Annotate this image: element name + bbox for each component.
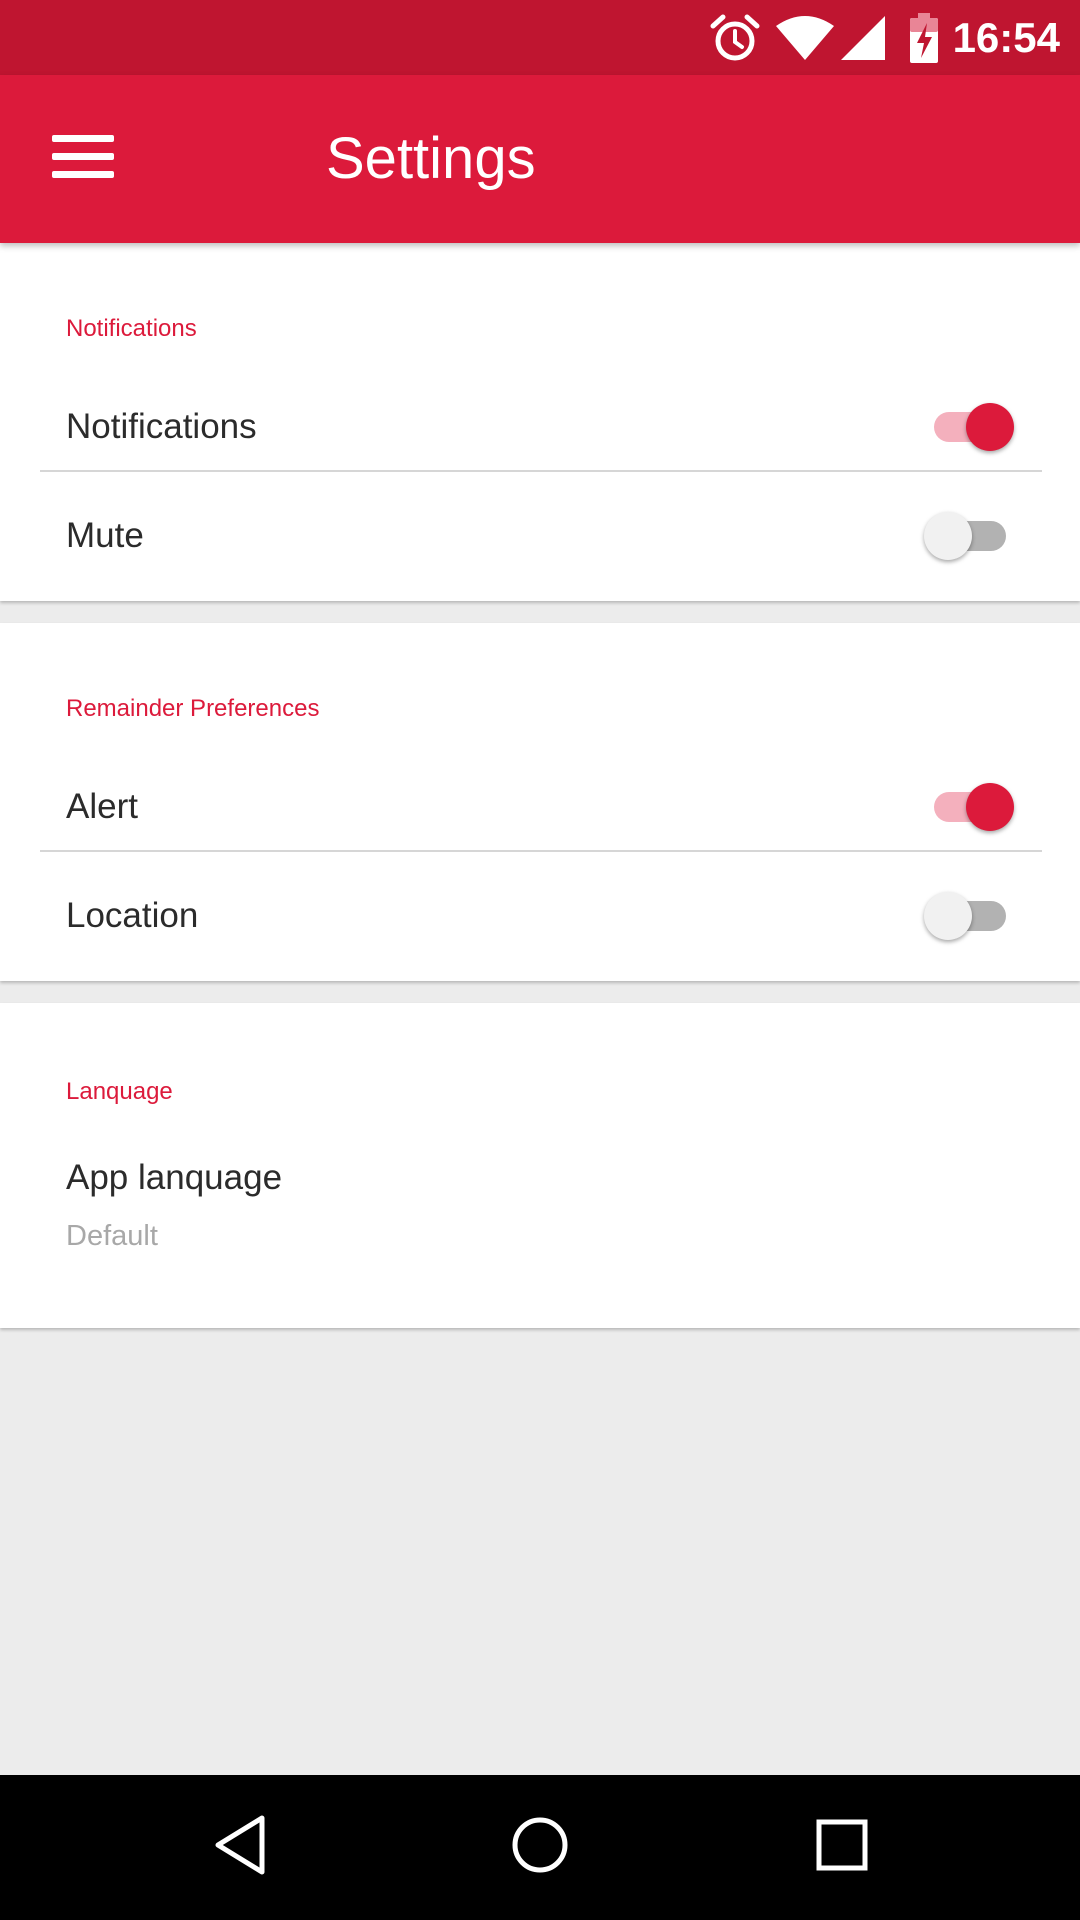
mute-toggle[interactable]: [924, 512, 1010, 560]
home-button[interactable]: [490, 1797, 590, 1897]
toggle-thumb: [966, 783, 1014, 831]
recents-button[interactable]: [792, 1797, 892, 1897]
remainder-preferences-section: Remainder Preferences Alert Location: [0, 623, 1080, 981]
hamburger-menu-icon: [52, 133, 114, 186]
alert-toggle[interactable]: [924, 783, 1014, 831]
status-bar: 16:54: [0, 0, 1080, 75]
home-icon: [510, 1815, 570, 1880]
wifi-icon: [775, 14, 835, 62]
page-title: Settings: [326, 126, 536, 191]
pref-row-location[interactable]: Location: [0, 852, 1080, 980]
toggle-thumb: [924, 512, 972, 560]
language-section: Lanquage App lanquage Default: [0, 1003, 1080, 1328]
menu-button[interactable]: [38, 119, 128, 199]
pref-label: App lanquage: [66, 1158, 283, 1197]
signal-icon: [839, 14, 887, 62]
pref-summary: Default: [66, 1220, 158, 1252]
recents-icon: [815, 1818, 869, 1877]
toggle-thumb: [966, 403, 1014, 451]
location-toggle[interactable]: [924, 892, 1010, 940]
toggle-thumb: [924, 892, 972, 940]
app-bar: Settings: [0, 75, 1080, 243]
notifications-toggle[interactable]: [924, 403, 1014, 451]
navigation-bar: [0, 1775, 1080, 1920]
pref-row-mute[interactable]: Mute: [0, 472, 1080, 600]
alarm-icon: [709, 12, 761, 64]
status-time: 16:54: [952, 13, 1060, 61]
back-icon: [210, 1813, 270, 1882]
pref-row-app-language[interactable]: App lanquage Default: [0, 1123, 1080, 1273]
section-header-language: Lanquage: [66, 1078, 173, 1105]
back-button[interactable]: [190, 1797, 290, 1897]
pref-label: Mute: [66, 516, 144, 555]
settings-screen: 16:54 Settings Notifications Notificatio…: [0, 0, 1080, 1920]
section-header-notifications: Notifications: [66, 315, 197, 342]
battery-charging-icon: [909, 12, 939, 63]
pref-label: Location: [66, 896, 199, 935]
status-icons: 16:54: [709, 0, 1060, 75]
section-header-remainder-preferences: Remainder Preferences: [66, 695, 320, 722]
notifications-section: Notifications Notifications Mute: [0, 243, 1080, 601]
